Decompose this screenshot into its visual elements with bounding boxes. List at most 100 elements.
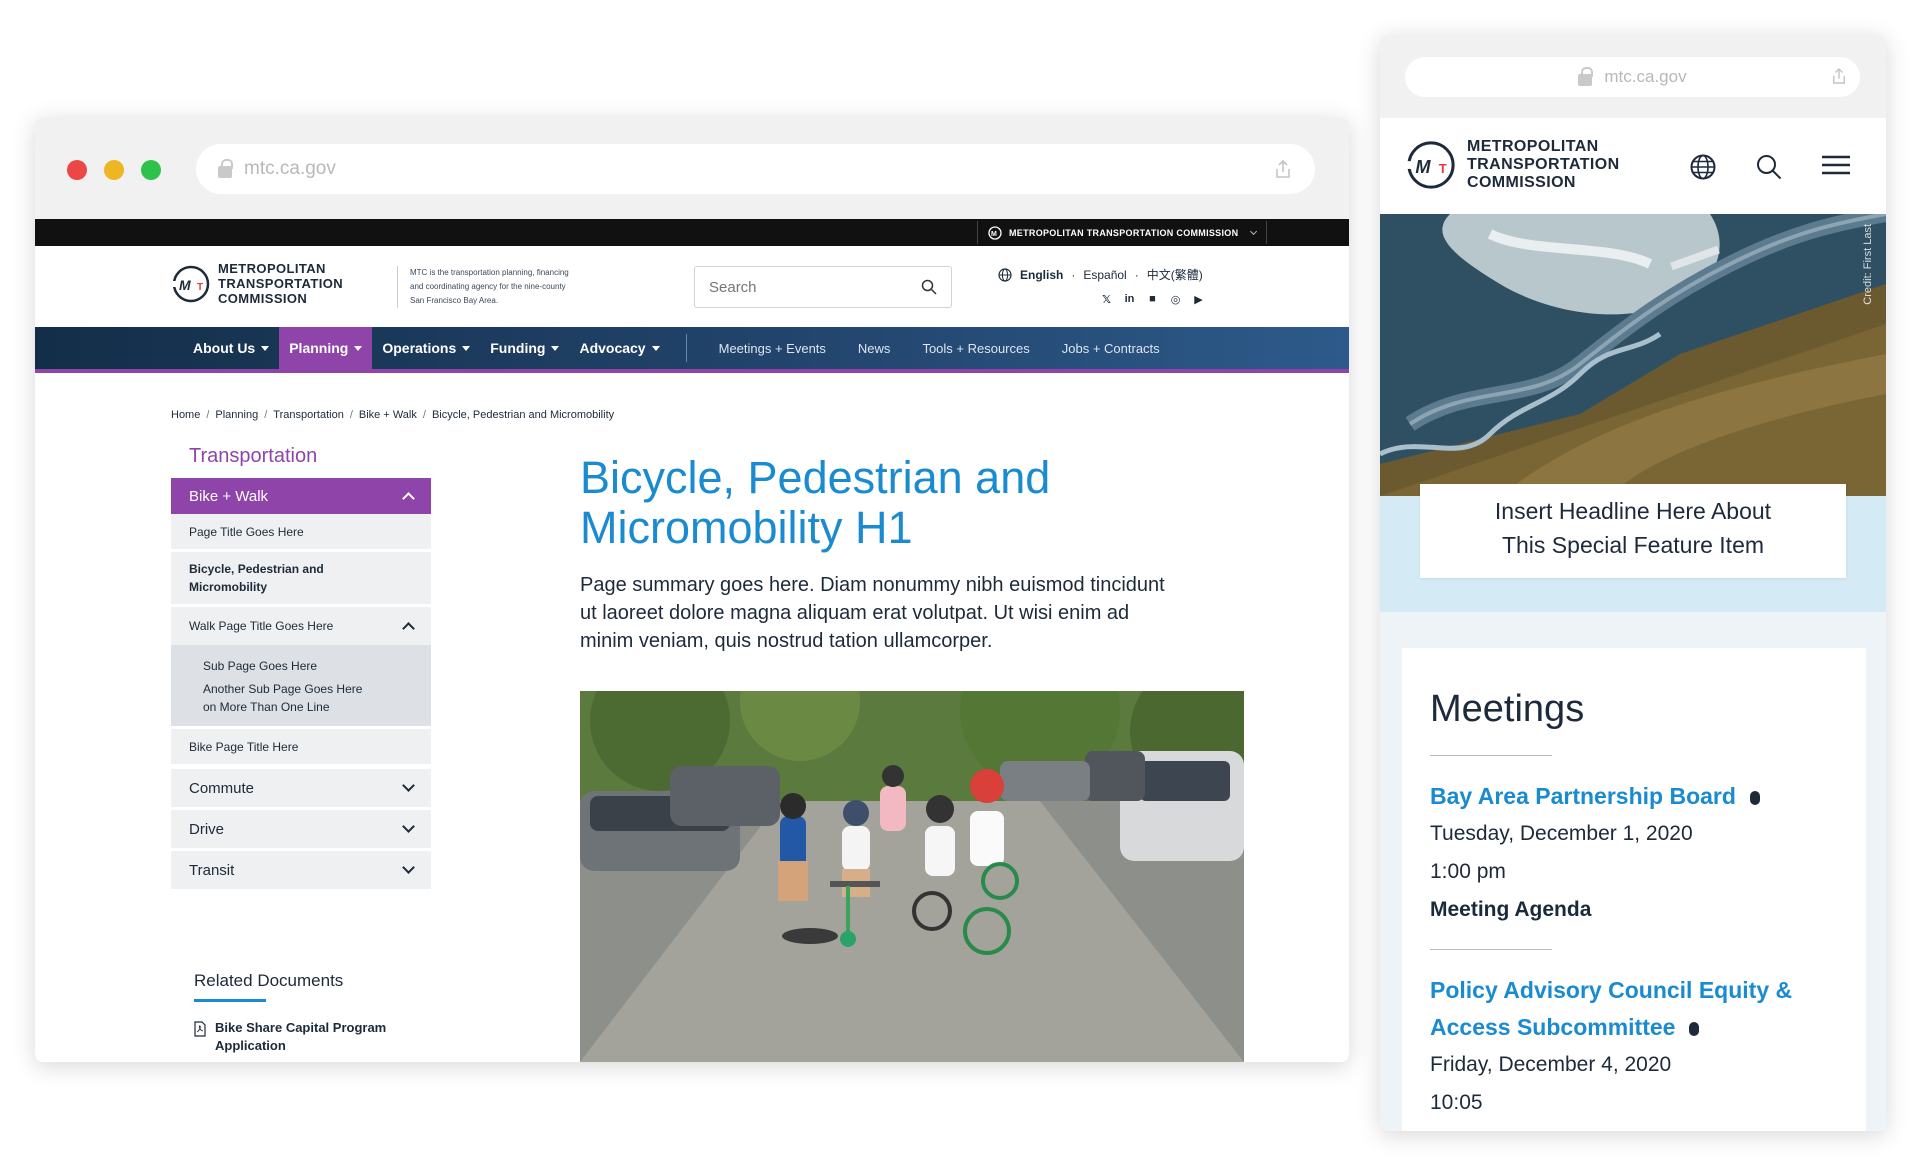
- sidebar-commute-toggle[interactable]: Commute: [171, 769, 431, 807]
- agency-switcher[interactable]: M METROPOLITAN TRANSPORTATION COMMISSION: [977, 221, 1268, 244]
- breadcrumb-transportation[interactable]: Transportation: [273, 409, 344, 421]
- nav-funding[interactable]: Funding: [480, 327, 569, 369]
- breadcrumb-home[interactable]: Home: [171, 409, 200, 421]
- sidebar-item-current[interactable]: Bicycle, Pedestrian and Micromobility: [171, 552, 431, 607]
- breadcrumb-planning[interactable]: Planning: [215, 409, 258, 421]
- mobile-address-bar[interactable]: mtc.ca.gov: [1405, 57, 1860, 97]
- breadcrumb-bike-walk[interactable]: Bike + Walk: [359, 409, 417, 421]
- special-feature-card[interactable]: Insert Headline Here About This Special …: [1420, 484, 1846, 578]
- site-search[interactable]: [694, 266, 952, 308]
- nav-advocacy[interactable]: Advocacy: [569, 327, 669, 369]
- lang-english-link[interactable]: English: [1020, 268, 1063, 282]
- nav-planning[interactable]: Planning: [279, 327, 373, 369]
- mtc-logo-mark: MT: [1405, 141, 1455, 189]
- mobile-browser-chrome: mtc.ca.gov: [1380, 35, 1886, 118]
- photo-illustration: [580, 691, 1244, 1062]
- twitter-icon[interactable]: 𝕏: [1100, 293, 1113, 306]
- sidebar-item-walk-toggle[interactable]: Walk Page Title Goes Here: [171, 607, 431, 645]
- meeting-date: Friday, December 4, 2020: [1430, 1053, 1672, 1076]
- hero-photo-kids-cycling: [580, 691, 1244, 1062]
- search-input[interactable]: [709, 278, 909, 296]
- main-navigation: About Us Planning Operations Funding Adv…: [35, 327, 1349, 373]
- pdf-icon: [194, 1021, 206, 1037]
- related-documents-heading: Related Documents: [194, 971, 344, 990]
- share-icon[interactable]: [1275, 159, 1291, 179]
- breadcrumb-separator: /: [422, 409, 426, 421]
- nav-planning-label: Planning: [289, 340, 349, 356]
- mobile-header-actions: [1690, 154, 1850, 180]
- sidebar-item-label: Walk Page Title Goes Here: [189, 619, 334, 633]
- mobile-browser-window: mtc.ca.gov MT METROPOLITAN TRANSPORTATIO…: [1380, 35, 1886, 1131]
- sidebar-bike-walk-label: Bike + Walk: [189, 487, 269, 505]
- search-icon[interactable]: [1756, 154, 1782, 180]
- lang-chinese-link[interactable]: 中文(繁體): [1147, 266, 1203, 283]
- heading-underline: [194, 999, 266, 1002]
- special-feature-headline: Insert Headline Here About This Special …: [1494, 498, 1772, 558]
- nav-tools-resources[interactable]: Tools + Resources: [906, 341, 1045, 356]
- caret-down-icon: [462, 345, 471, 351]
- meeting-title: Policy Advisory Council Equity & Access …: [1430, 977, 1793, 1040]
- related-document-title: Bike Share Capital Program Application: [215, 1020, 387, 1053]
- linkedin-icon[interactable]: in: [1123, 293, 1136, 306]
- hamburger-menu-icon[interactable]: [1822, 154, 1850, 176]
- breadcrumb-separator: /: [206, 409, 210, 421]
- agency-tagline: MTC is the transportation planning, fina…: [397, 266, 572, 308]
- mobile-site-logo[interactable]: MT METROPOLITAN TRANSPORTATION COMMISSIO…: [1405, 138, 1620, 192]
- logo-line-1: METROPOLITAN: [218, 261, 326, 276]
- nav-jobs-contracts[interactable]: Jobs + Contracts: [1046, 341, 1176, 356]
- address-bar[interactable]: mtc.ca.gov: [196, 144, 1315, 194]
- sidebar-item-page-title[interactable]: Page Title Goes Here: [171, 514, 431, 552]
- meeting-title-link[interactable]: Policy Advisory Council Equity & Access …: [1430, 972, 1838, 1046]
- sidebar-drive-toggle[interactable]: Drive: [171, 810, 431, 848]
- facebook-icon[interactable]: ■: [1146, 293, 1159, 306]
- hero-aerial-photo: Credit: First Last: [1380, 214, 1886, 496]
- lang-espanol-link[interactable]: Español: [1083, 268, 1126, 282]
- sidebar-item-bike-page[interactable]: Bike Page Title Here: [171, 729, 431, 767]
- mobile-header: MT METROPOLITAN TRANSPORTATION COMMISSIO…: [1380, 118, 1886, 214]
- nav-meetings-events[interactable]: Meetings + Events: [703, 341, 842, 356]
- globe-icon[interactable]: [1690, 154, 1716, 180]
- divider: [1430, 755, 1552, 756]
- nav-operations[interactable]: Operations: [372, 327, 480, 369]
- breadcrumb: Home / Planning / Transportation / Bike + W…: [171, 409, 614, 421]
- photo-credit: Credit: First Last: [1862, 224, 1874, 305]
- meetings-heading: Meetings: [1430, 688, 1585, 730]
- related-document-link[interactable]: Bike Share Capital Program Application: [194, 1019, 395, 1055]
- divider: [1430, 949, 1552, 950]
- logo-line-1: METROPOLITAN: [1467, 138, 1599, 155]
- sidebar-subpage-link[interactable]: Sub Page Goes Here: [203, 657, 399, 675]
- section-sidebar: Transportation Bike + Walk Page Title Go…: [171, 445, 431, 892]
- close-window-button[interactable]: [67, 160, 87, 180]
- chevron-down-icon: [1250, 227, 1258, 235]
- share-icon[interactable]: [1832, 67, 1846, 85]
- meeting-title-link[interactable]: Bay Area Partnership Board: [1430, 778, 1838, 815]
- maximize-window-button[interactable]: [141, 160, 161, 180]
- youtube-icon[interactable]: ▶: [1192, 293, 1205, 306]
- meeting-item: Policy Advisory Council Equity & Access …: [1430, 972, 1838, 1122]
- meeting-time: 10:05: [1430, 1091, 1483, 1114]
- logo-line-3: COMMISSION: [1467, 174, 1576, 191]
- agency-switcher-label: METROPOLITAN TRANSPORTATION COMMISSION: [1009, 227, 1239, 238]
- meeting-agenda-link[interactable]: Meeting Agenda: [1430, 891, 1838, 929]
- separator-dot: ·: [1071, 267, 1076, 282]
- meeting-item: Bay Area Partnership Board Tuesday, Dece…: [1430, 778, 1838, 929]
- mobile-url-text: mtc.ca.gov: [1604, 67, 1687, 86]
- microphone-icon: [1749, 791, 1760, 805]
- sidebar-title[interactable]: Transportation: [171, 445, 431, 468]
- sidebar-drive-label: Drive: [189, 820, 225, 838]
- caret-down-icon: [551, 345, 560, 351]
- nav-about-us[interactable]: About Us: [183, 327, 279, 369]
- sidebar-transit-toggle[interactable]: Transit: [171, 851, 431, 889]
- nav-news[interactable]: News: [842, 341, 907, 356]
- nav-divider: [685, 334, 687, 362]
- sidebar-bike-walk-toggle[interactable]: Bike + Walk: [171, 478, 431, 514]
- sidebar-subpage-link[interactable]: Another Sub Page Goes Here on More Than …: [203, 680, 378, 716]
- minimize-window-button[interactable]: [104, 160, 124, 180]
- utility-bar: M METROPOLITAN TRANSPORTATION COMMISSION: [35, 219, 1349, 246]
- search-icon[interactable]: [921, 279, 937, 295]
- sidebar-transit-label: Transit: [189, 861, 235, 879]
- nav-funding-label: Funding: [490, 340, 546, 356]
- svg-text:M: M: [1415, 157, 1431, 177]
- site-logo[interactable]: MT METROPOLITAN TRANSPORTATION COMMISSIO…: [171, 261, 343, 306]
- instagram-icon[interactable]: ◎: [1169, 293, 1182, 306]
